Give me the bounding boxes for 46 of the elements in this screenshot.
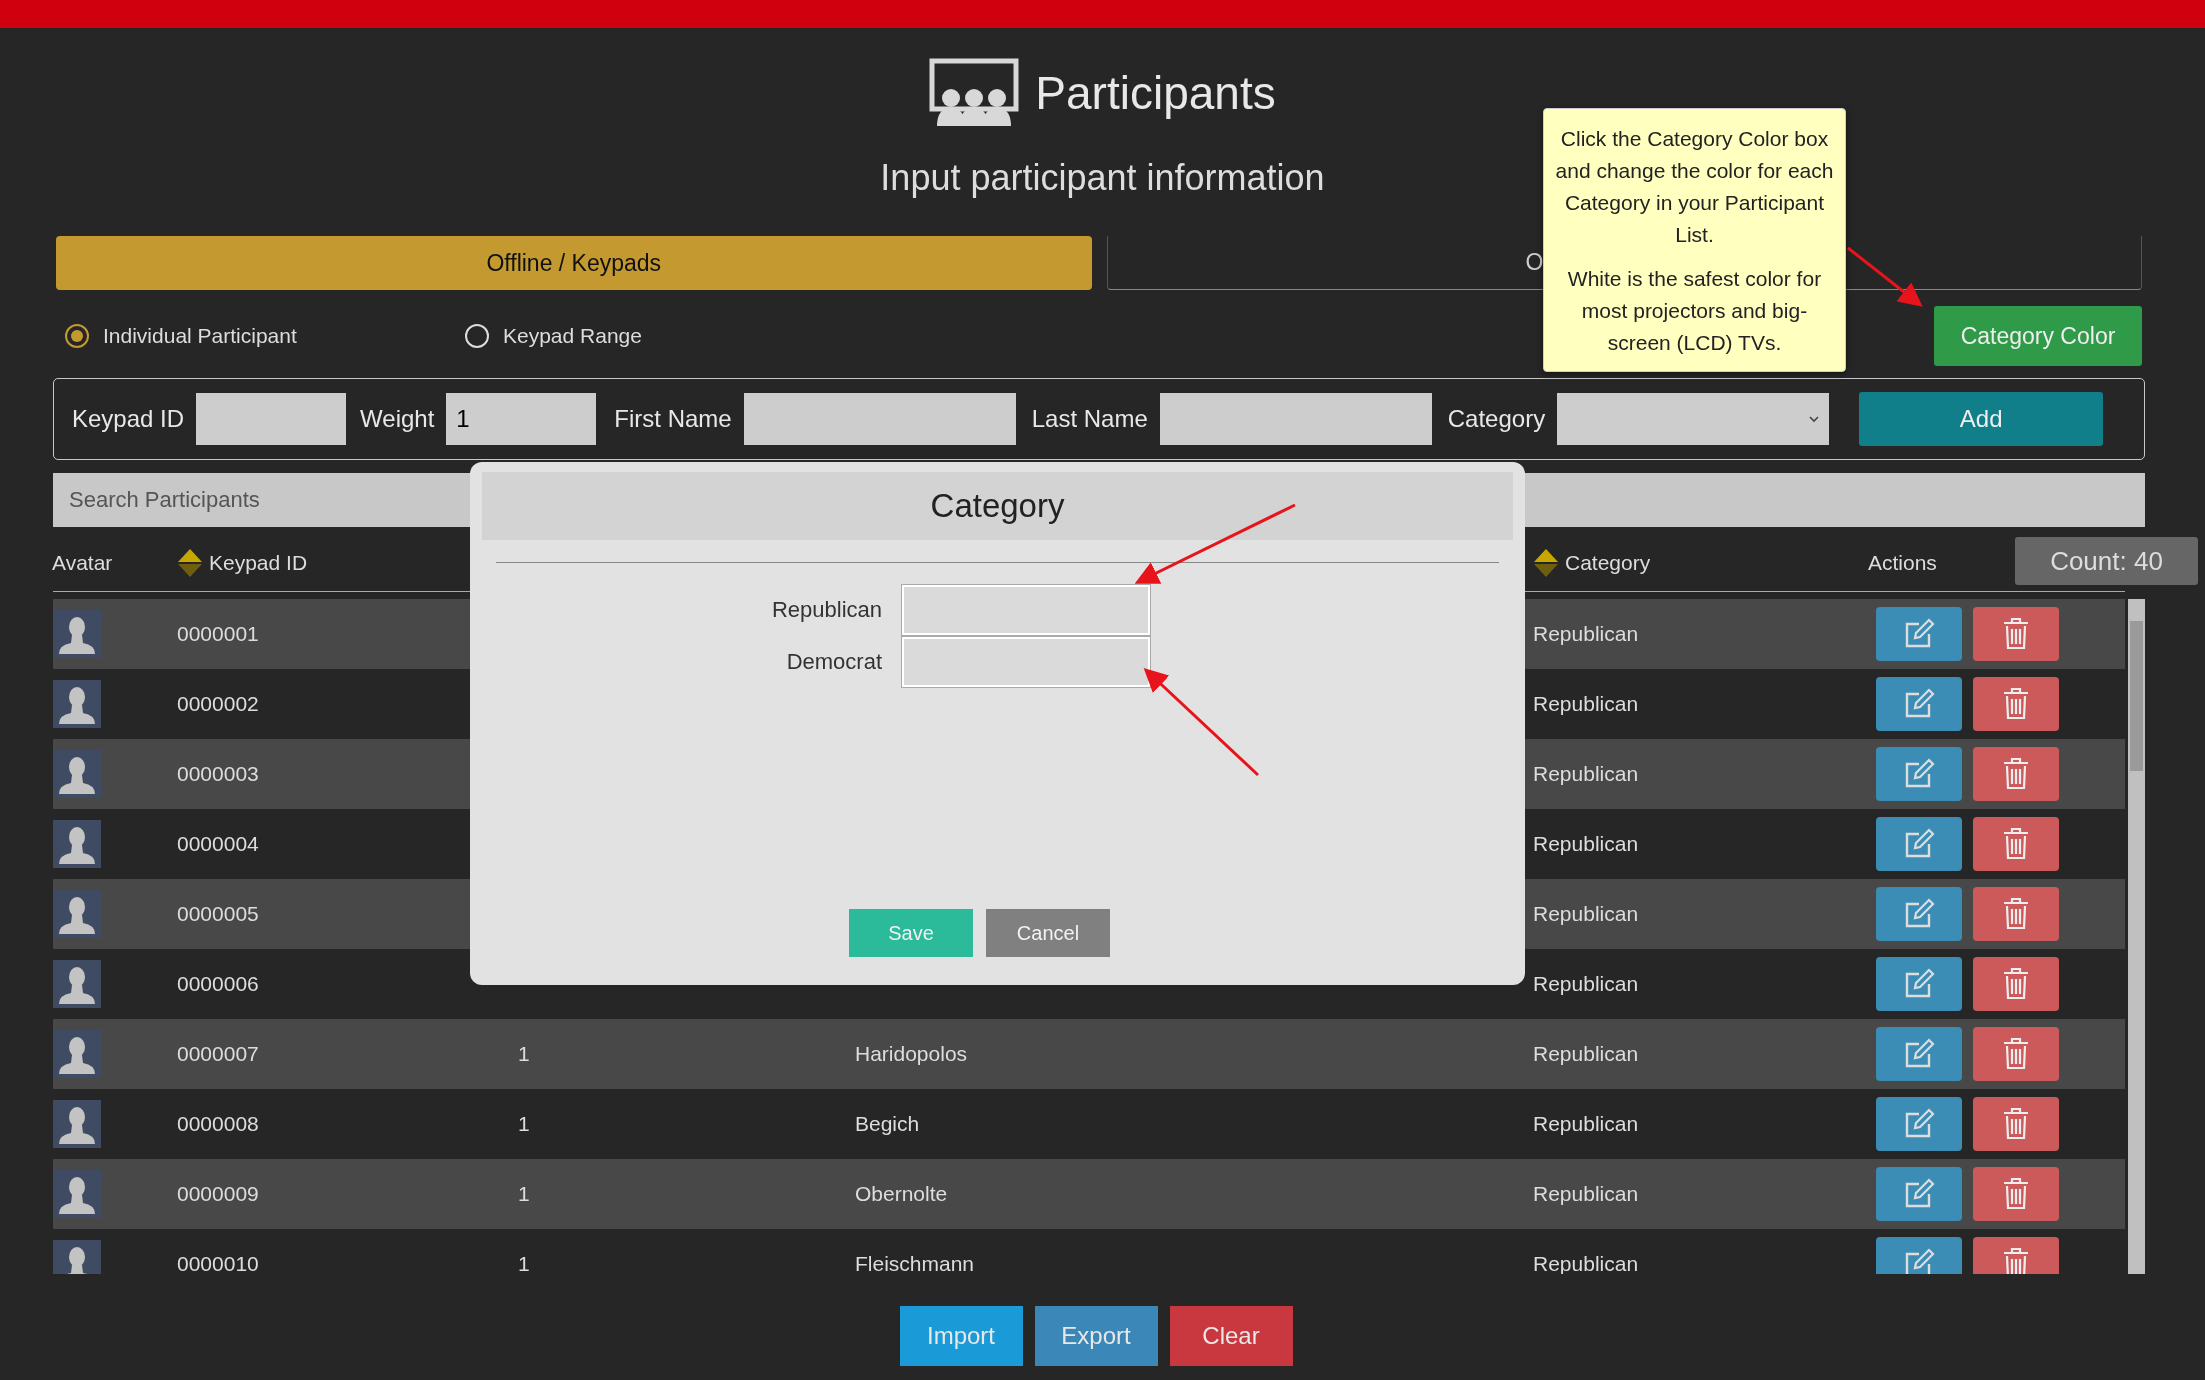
field-label: Last Name xyxy=(1031,405,1148,433)
field-label: Category xyxy=(1447,405,1546,433)
column-header: Keypad ID xyxy=(209,551,308,575)
table-cell: 0000005 xyxy=(177,902,259,926)
table-cell: Republican xyxy=(1533,972,1639,996)
table-cell: 0000006 xyxy=(177,972,259,996)
table-cell: 0000004 xyxy=(177,832,259,856)
category-label: Democrat xyxy=(785,649,883,675)
radio-label: Keypad Range xyxy=(503,324,642,348)
table-cell: 0000007 xyxy=(177,1042,259,1066)
page-title: Participants xyxy=(1035,66,1276,120)
table-cell: Republican xyxy=(1533,1112,1639,1136)
radio-label: Individual Participant xyxy=(103,324,297,348)
dialog-title: Category xyxy=(930,487,1065,525)
table-cell: Republican xyxy=(1533,832,1639,856)
table-cell: Republican xyxy=(1533,1042,1639,1066)
table-cell: Begich xyxy=(855,1112,920,1136)
column-header: Avatar xyxy=(52,551,113,575)
table-cell: 0000010 xyxy=(177,1252,259,1274)
field-label: Keypad ID xyxy=(72,405,185,433)
column-header: Actions xyxy=(1868,551,1937,575)
tooltip-text: White is the safest color for most projectors and big-screen (LCD) TVs. xyxy=(1566,266,1823,356)
table-cell: 0000001 xyxy=(177,622,259,646)
table-cell: 0000003 xyxy=(177,762,259,786)
table-cell: 1 xyxy=(518,1252,530,1274)
page-subtitle: Input participant information xyxy=(880,157,1325,198)
category-label: Republican xyxy=(770,597,883,623)
table-cell: Fleischmann xyxy=(855,1252,975,1274)
field-label: Weight xyxy=(360,405,435,433)
table-cell: 0000008 xyxy=(177,1112,259,1136)
table-cell: Republican xyxy=(1533,762,1639,786)
field-label: First Name xyxy=(614,405,732,433)
count-badge: Count: 40 xyxy=(2015,537,2198,585)
table-cell: 1 xyxy=(518,1182,530,1206)
table-cell: Republican xyxy=(1533,902,1639,926)
table-cell: 1 xyxy=(518,1112,530,1136)
table-cell: Haridopolos xyxy=(855,1042,968,1066)
table-cell: 0000009 xyxy=(177,1182,259,1206)
table-cell: Republican xyxy=(1533,622,1639,646)
table-cell: Republican xyxy=(1533,1182,1639,1206)
table-cell: 0000002 xyxy=(177,692,259,716)
table-cell: Obernolte xyxy=(855,1182,948,1206)
table-cell: 1 xyxy=(518,1042,530,1066)
tooltip-text: Click the Category Color box and change the color for each Category in your Participant List. xyxy=(1554,126,1835,248)
column-header: Category xyxy=(1565,551,1651,575)
table-cell: Republican xyxy=(1533,692,1639,716)
